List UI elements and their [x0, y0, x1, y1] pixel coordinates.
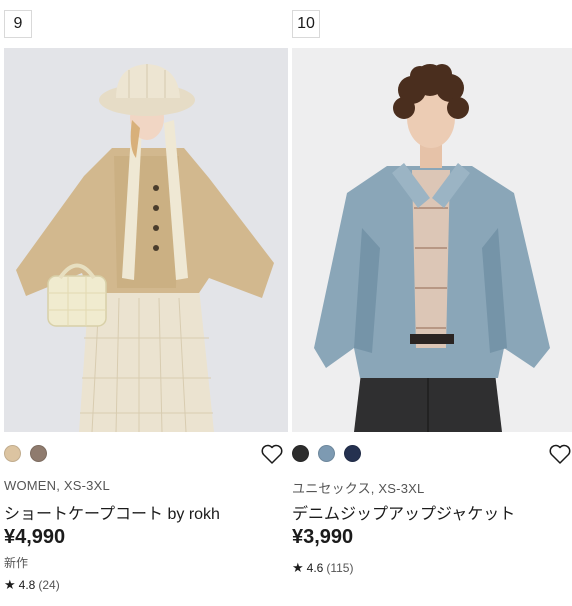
color-swatch[interactable]	[292, 445, 309, 462]
rank-badge: 10	[292, 10, 320, 38]
color-swatch[interactable]	[4, 445, 21, 462]
gender-size: WOMEN, XS-3XL	[4, 478, 110, 493]
color-swatch[interactable]	[344, 445, 361, 462]
new-flag: 新作	[4, 556, 29, 570]
gender-size: ユニセックス, XS-3XL	[292, 481, 425, 496]
product-rating: ★ 4.6 (115)	[292, 560, 353, 576]
star-icon: ★	[292, 560, 304, 575]
product-card[interactable]: 10 ユニセックス, XS-3XL デニムジップアップジャケット ¥3,990 …	[292, 0, 572, 606]
product-grid: 9 WOMEN, XS-3XL ショートケープコート by rokh ¥4,99…	[0, 0, 572, 606]
product-name[interactable]: ショートケープコート by rokh	[4, 500, 220, 524]
product-name[interactable]: デニムジップアップジャケット	[292, 500, 515, 524]
heart-outline-icon[interactable]	[548, 443, 572, 465]
product-image[interactable]	[4, 48, 288, 432]
color-swatch[interactable]	[318, 445, 335, 462]
rating-value: 4.8	[18, 578, 36, 592]
rating-value: 4.6	[306, 561, 324, 575]
product-price: ¥3,990	[292, 526, 354, 548]
heart-outline-icon[interactable]	[260, 443, 284, 465]
product-rating: ★ 4.8 (24)	[4, 577, 60, 593]
product-card[interactable]: 9 WOMEN, XS-3XL ショートケープコート by rokh ¥4,99…	[4, 0, 288, 606]
product-price: ¥4,990	[4, 526, 66, 548]
star-icon: ★	[4, 577, 16, 592]
rank-badge: 9	[4, 10, 32, 38]
review-count: (24)	[38, 578, 60, 592]
review-count: (115)	[326, 561, 354, 575]
product-image[interactable]	[292, 48, 572, 432]
color-swatch[interactable]	[30, 445, 47, 462]
